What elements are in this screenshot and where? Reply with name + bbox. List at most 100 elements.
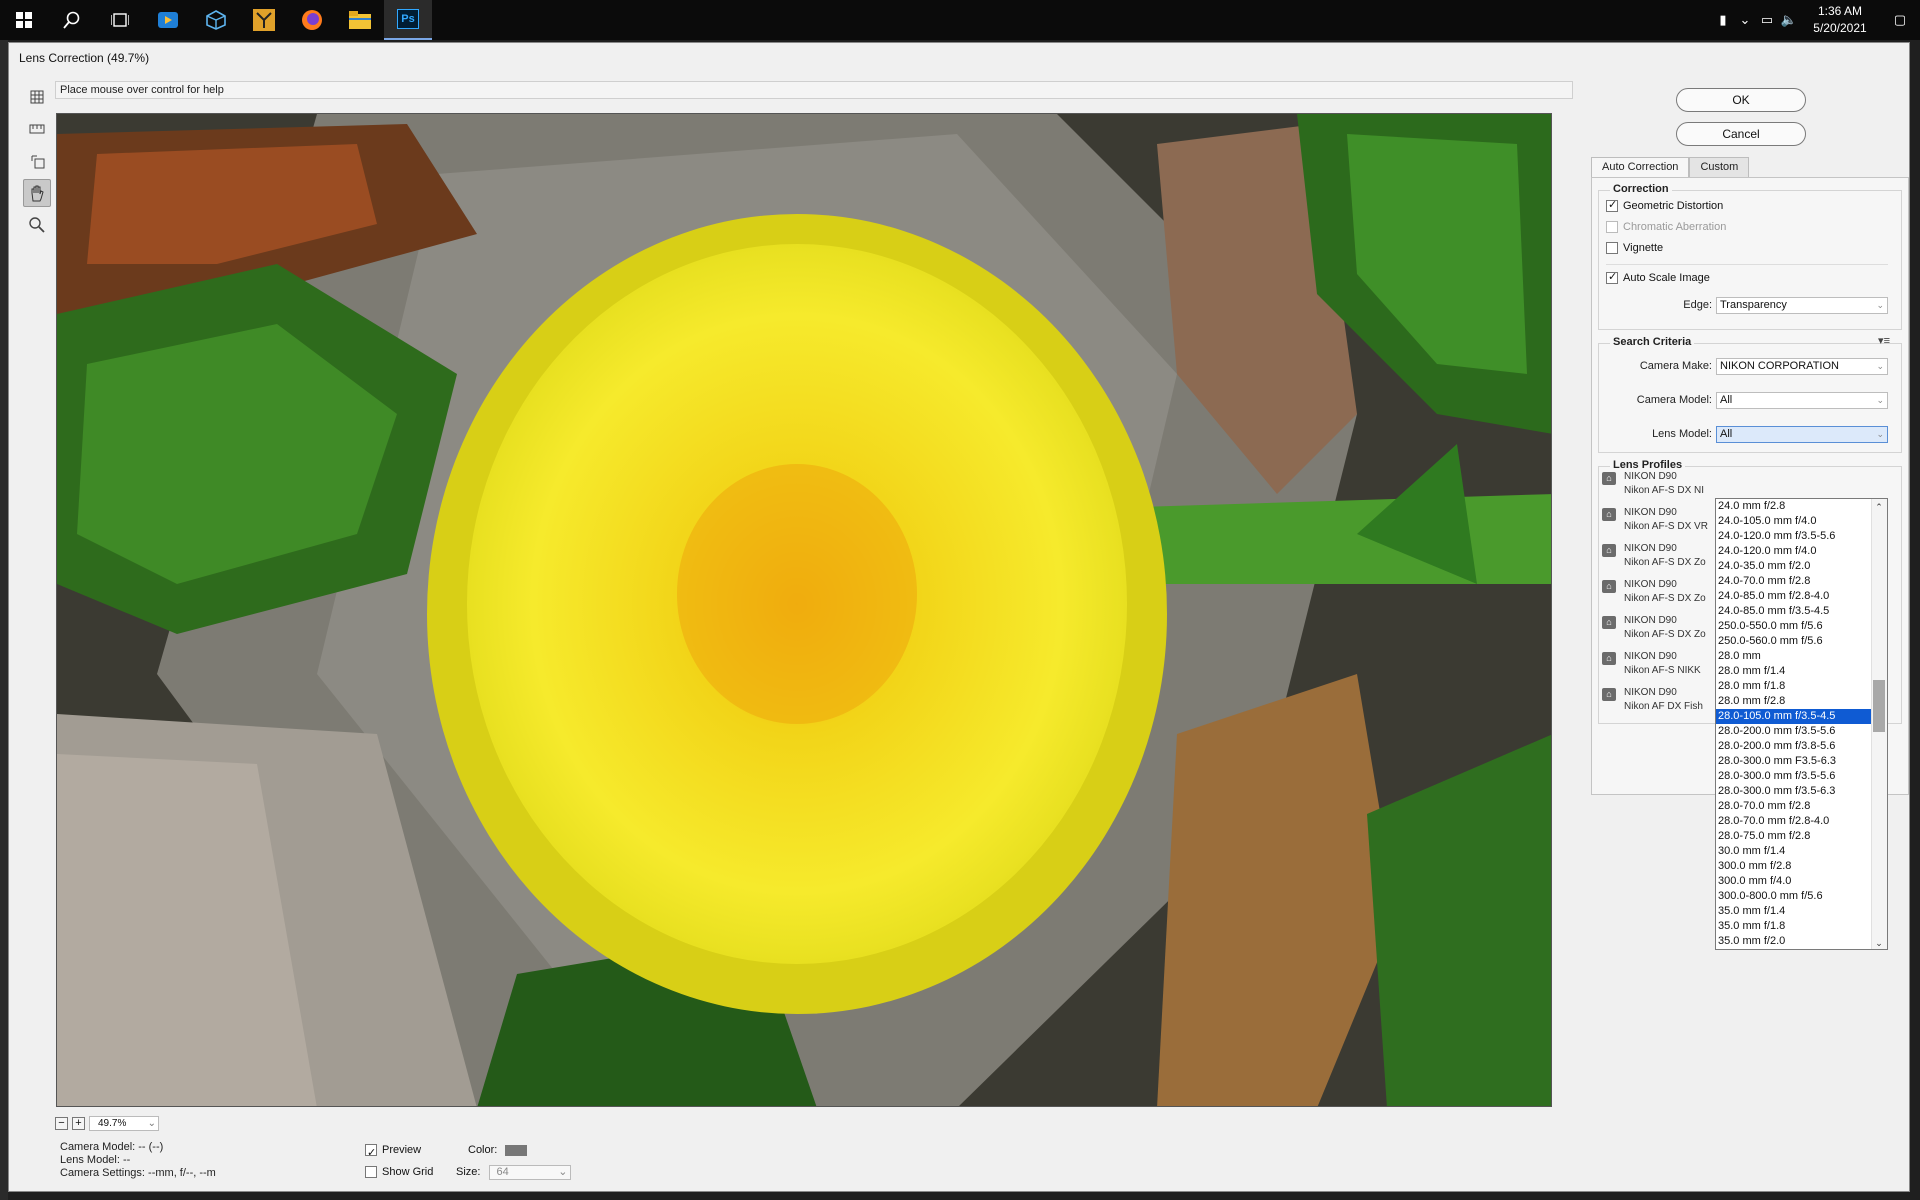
media-player-icon[interactable] (144, 0, 192, 40)
zoom-level-select[interactable]: 49.7% ⌄ (89, 1115, 159, 1131)
edge-value: Transparency (1720, 299, 1787, 311)
scrollbar-thumb[interactable] (1873, 680, 1885, 732)
usb-icon[interactable]: ▮ (1712, 12, 1734, 28)
lens-option[interactable]: 300.0 mm f/4.0 (1716, 874, 1872, 889)
lens-option[interactable]: 28.0 mm f/1.4 (1716, 664, 1872, 679)
photoshop-icon[interactable]: Ps (384, 0, 432, 40)
lens-option[interactable]: 24.0-35.0 mm f/2.0 (1716, 559, 1872, 574)
firefox-icon[interactable] (288, 0, 336, 40)
scroll-down-icon[interactable]: ⌄ (1873, 937, 1885, 949)
camera-model-info: Camera Model: -- (--) (60, 1141, 164, 1153)
lens-option[interactable]: 35.0 mm f/1.8 (1716, 919, 1872, 934)
notification-icon[interactable]: ▢ (1880, 12, 1920, 28)
volume-icon[interactable]: 🔈 (1778, 12, 1800, 28)
lens-option[interactable]: 24.0-70.0 mm f/2.8 (1716, 574, 1872, 589)
zoom-in-button[interactable]: + (72, 1116, 85, 1130)
tab-auto-correction[interactable]: Auto Correction (1591, 157, 1690, 177)
lens-option[interactable]: 28.0-105.0 mm f/3.5-4.5 (1716, 709, 1872, 724)
lens-option[interactable]: 28.0 mm (1716, 649, 1872, 664)
lens-option[interactable]: 300.0-800.0 mm f/5.6 (1716, 889, 1872, 904)
app-icon[interactable] (240, 0, 288, 40)
chromatic-aberration-checkbox[interactable] (1606, 221, 1618, 234)
camera-model-select[interactable]: All ⌄ (1716, 392, 1888, 409)
lens-profile-item[interactable]: ⌂ NIKON D90 Nikon AF-S DX NI (1602, 470, 1704, 500)
start-icon[interactable] (0, 0, 48, 40)
ok-button[interactable]: OK (1676, 88, 1806, 112)
lens-profile-item[interactable]: ⌂ NIKON D90 Nikon AF-S DX Zo (1602, 578, 1706, 608)
background-strip (0, 40, 8, 1200)
show-grid-checkbox[interactable] (365, 1166, 377, 1179)
grid-color-swatch[interactable] (505, 1144, 528, 1156)
task-view-icon[interactable] (96, 0, 144, 40)
lens-profile-item[interactable]: ⌂ NIKON D90 Nikon AF-S DX VR (1602, 506, 1708, 536)
clock[interactable]: 1:36 AM 5/20/2021 (1800, 3, 1880, 37)
3d-viewer-icon[interactable] (192, 0, 240, 40)
zoom-tool-icon[interactable] (23, 211, 51, 239)
lens-option[interactable]: 28.0-300.0 mm f/3.5-5.6 (1716, 769, 1872, 784)
lens-model-label: Lens Model: (1652, 428, 1712, 440)
preview-options: Preview Show Grid (365, 1139, 433, 1183)
search-menu-icon[interactable]: ▾≡ (1878, 334, 1890, 347)
cancel-button[interactable]: Cancel (1676, 122, 1806, 146)
lens-model-value: All (1720, 428, 1733, 440)
lens-option[interactable]: 250.0-550.0 mm f/5.6 (1716, 619, 1872, 634)
lens-option[interactable]: 30.0 mm f/1.4 (1716, 844, 1872, 859)
chromatic-aberration-label: Chromatic Aberration (1623, 221, 1727, 233)
grid-size-select[interactable]: 64 ⌄ (489, 1164, 572, 1180)
grid-size-value: 64 (496, 1165, 509, 1178)
tab-custom[interactable]: Custom (1689, 157, 1750, 177)
lens-model-select[interactable]: All ⌄ (1716, 426, 1888, 443)
image-preview[interactable] (56, 113, 1552, 1107)
auto-scale-label: Auto Scale Image (1623, 272, 1710, 284)
lens-option[interactable]: 28.0-300.0 mm F3.5-6.3 (1716, 754, 1872, 769)
lens-profile-lens: Nikon AF-S DX VR (1624, 521, 1708, 532)
remove-distortion-tool-icon[interactable] (23, 83, 51, 111)
edge-select[interactable]: Transparency ⌄ (1716, 297, 1888, 314)
lens-option[interactable]: 24.0-120.0 mm f/3.5-5.6 (1716, 529, 1872, 544)
lens-option[interactable]: 28.0 mm f/2.8 (1716, 694, 1872, 709)
camera-profile-icon: ⌂ (1602, 580, 1616, 593)
lens-option[interactable]: 28.0-70.0 mm f/2.8 (1716, 799, 1872, 814)
lens-profile-item[interactable]: ⌂ NIKON D90 Nikon AF DX Fish (1602, 686, 1703, 716)
lens-model-dropdown-list[interactable]: 24.0 mm f/2.8 24.0-105.0 mm f/4.0 24.0-120… (1715, 498, 1888, 950)
system-tray: ▮ ⌄ ▭ 🔈 1:36 AM 5/20/2021 ▢ (1712, 0, 1920, 40)
move-grid-tool-icon[interactable] (23, 147, 51, 175)
network-icon[interactable]: ▭ (1756, 12, 1778, 28)
lens-profile-lens: Nikon AF-S DX Zo (1624, 629, 1706, 640)
lens-option[interactable]: 24.0-105.0 mm f/4.0 (1716, 514, 1872, 529)
vignette-checkbox[interactable] (1606, 242, 1618, 255)
chevron-down-icon: ⌄ (1876, 361, 1884, 371)
lens-option[interactable]: 28.0-200.0 mm f/3.5-5.6 (1716, 724, 1872, 739)
zoom-out-button[interactable]: − (55, 1116, 68, 1130)
lens-profile-item[interactable]: ⌂ NIKON D90 Nikon AF-S NIKK (1602, 650, 1701, 680)
lens-option[interactable]: 250.0-560.0 mm f/5.6 (1716, 634, 1872, 649)
auto-scale-checkbox[interactable] (1606, 270, 1618, 285)
file-explorer-icon[interactable] (336, 0, 384, 40)
chevron-up-icon[interactable]: ⌄ (1734, 12, 1756, 28)
lens-option[interactable]: 28.0-75.0 mm f/2.8 (1716, 829, 1872, 844)
lens-option[interactable]: 300.0 mm f/2.8 (1716, 859, 1872, 874)
chevron-down-icon: ⌄ (1876, 429, 1884, 439)
lens-option[interactable]: 24.0-120.0 mm f/4.0 (1716, 544, 1872, 559)
lens-option[interactable]: 35.0 mm f/1.4 (1716, 904, 1872, 919)
lens-option[interactable]: 28.0-300.0 mm f/3.5-6.3 (1716, 784, 1872, 799)
search-icon[interactable] (48, 0, 96, 40)
hand-tool-icon[interactable] (23, 179, 51, 207)
lens-option[interactable]: 28.0-200.0 mm f/3.8-5.6 (1716, 739, 1872, 754)
lens-profile-item[interactable]: ⌂ NIKON D90 Nikon AF-S DX Zo (1602, 542, 1706, 572)
dropdown-scrollbar[interactable]: ⌃ ⌄ (1871, 499, 1887, 949)
lens-option[interactable]: 24.0 mm f/2.8 (1716, 499, 1872, 514)
lens-option[interactable]: 35.0 mm f/2.0 (1716, 934, 1872, 949)
lens-option[interactable]: 24.0-85.0 mm f/2.8-4.0 (1716, 589, 1872, 604)
dropdown-items: 24.0 mm f/2.8 24.0-105.0 mm f/4.0 24.0-120… (1716, 499, 1887, 949)
lens-option[interactable]: 28.0-70.0 mm f/2.8-4.0 (1716, 814, 1872, 829)
lens-profile-item[interactable]: ⌂ NIKON D90 Nikon AF-S DX Zo (1602, 614, 1706, 644)
straighten-tool-icon[interactable] (23, 115, 51, 143)
lens-option[interactable]: 28.0 mm f/1.8 (1716, 679, 1872, 694)
lens-option[interactable]: 24.0-85.0 mm f/3.5-4.5 (1716, 604, 1872, 619)
scroll-up-icon[interactable]: ⌃ (1873, 501, 1885, 513)
camera-make-select[interactable]: NIKON CORPORATION ⌄ (1716, 358, 1888, 375)
geometric-distortion-checkbox[interactable] (1606, 198, 1618, 213)
color-label: Color: (468, 1144, 498, 1156)
preview-checkbox[interactable] (365, 1142, 377, 1164)
